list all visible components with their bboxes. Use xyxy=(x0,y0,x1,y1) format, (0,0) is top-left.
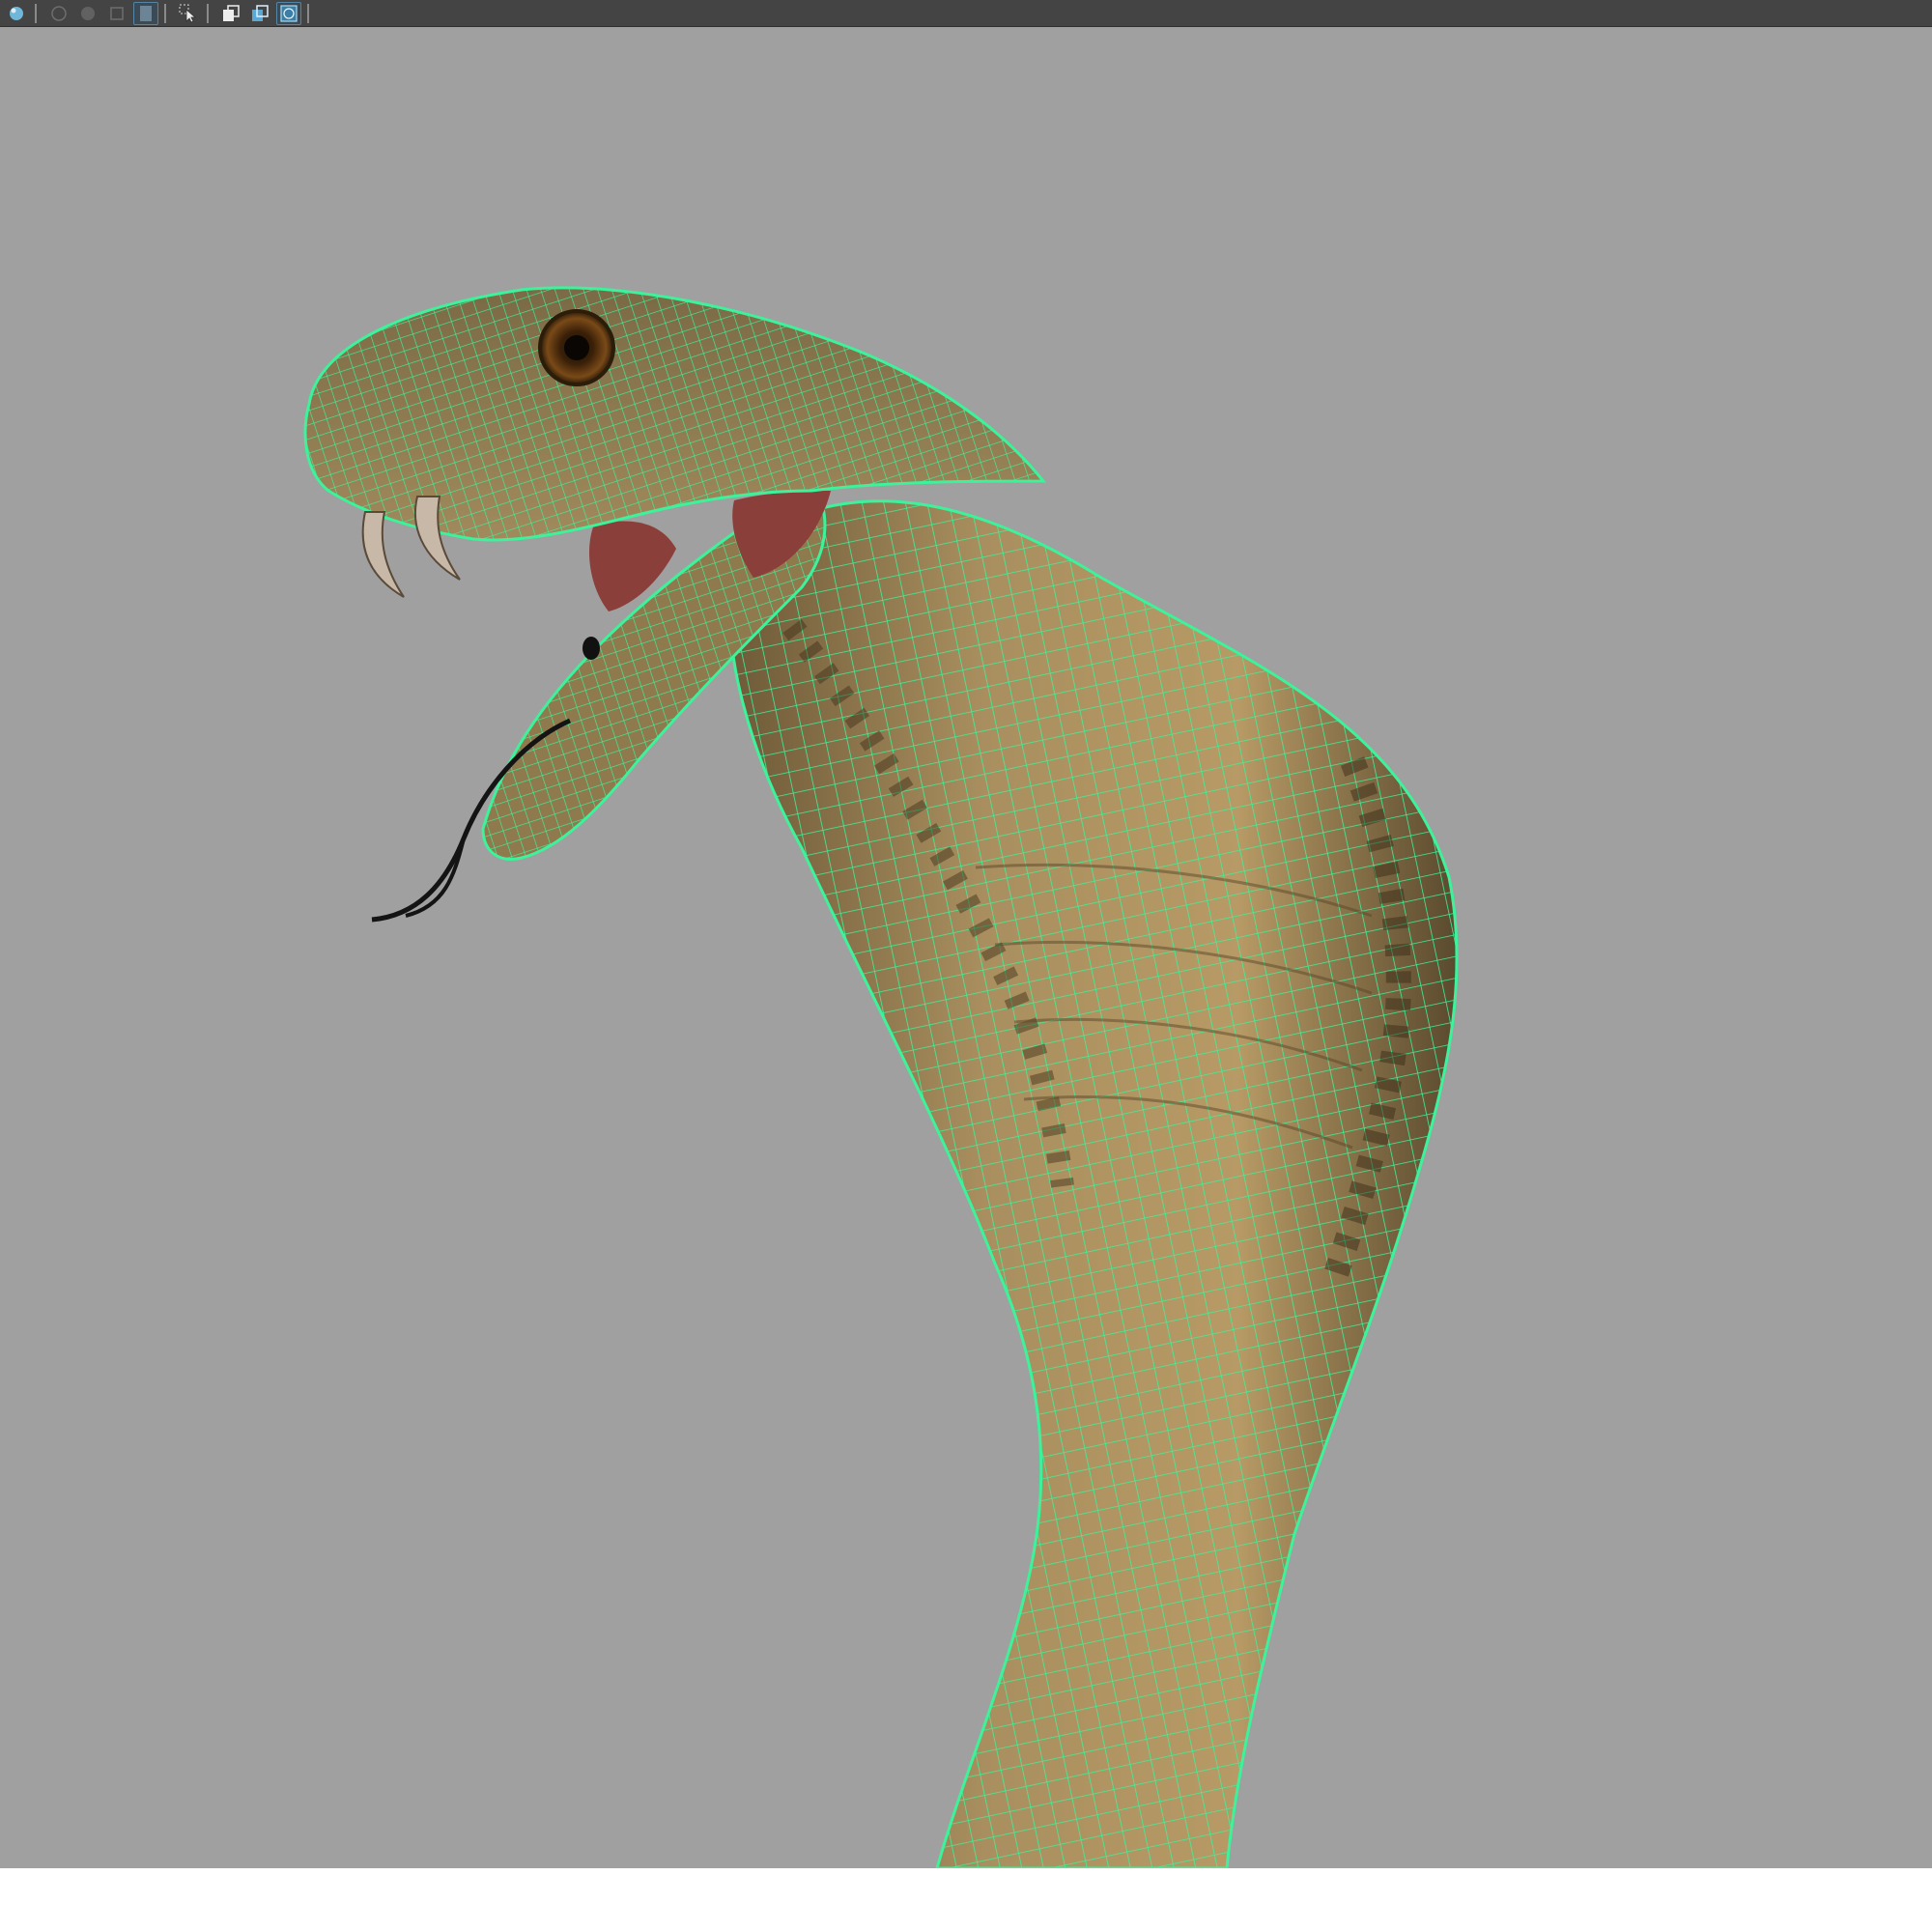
select-cursor-icon[interactable] xyxy=(176,2,201,25)
3d-viewport[interactable] xyxy=(0,27,1932,1868)
xray-icon[interactable] xyxy=(247,2,272,25)
toolbar-separator xyxy=(207,3,209,23)
smooth-shade-icon[interactable] xyxy=(75,2,100,25)
cobra-body xyxy=(727,499,1459,1868)
viewport-toolbar xyxy=(0,0,1932,27)
wireframe-on-shaded-icon[interactable] xyxy=(276,1,301,25)
isolate-select-icon[interactable] xyxy=(218,2,243,25)
cobra-model xyxy=(303,286,1459,1868)
bottom-margin xyxy=(0,1868,1932,1932)
lower-eye xyxy=(582,637,600,660)
wireframe-sphere-icon[interactable] xyxy=(46,2,71,25)
shaded-sphere-icon[interactable] xyxy=(4,2,29,25)
bounding-box-icon[interactable] xyxy=(104,2,129,25)
toolbar-separator xyxy=(164,3,166,23)
toolbar-separator xyxy=(307,3,309,23)
flat-shade-icon[interactable] xyxy=(133,1,158,25)
toolbar-separator xyxy=(35,3,37,23)
